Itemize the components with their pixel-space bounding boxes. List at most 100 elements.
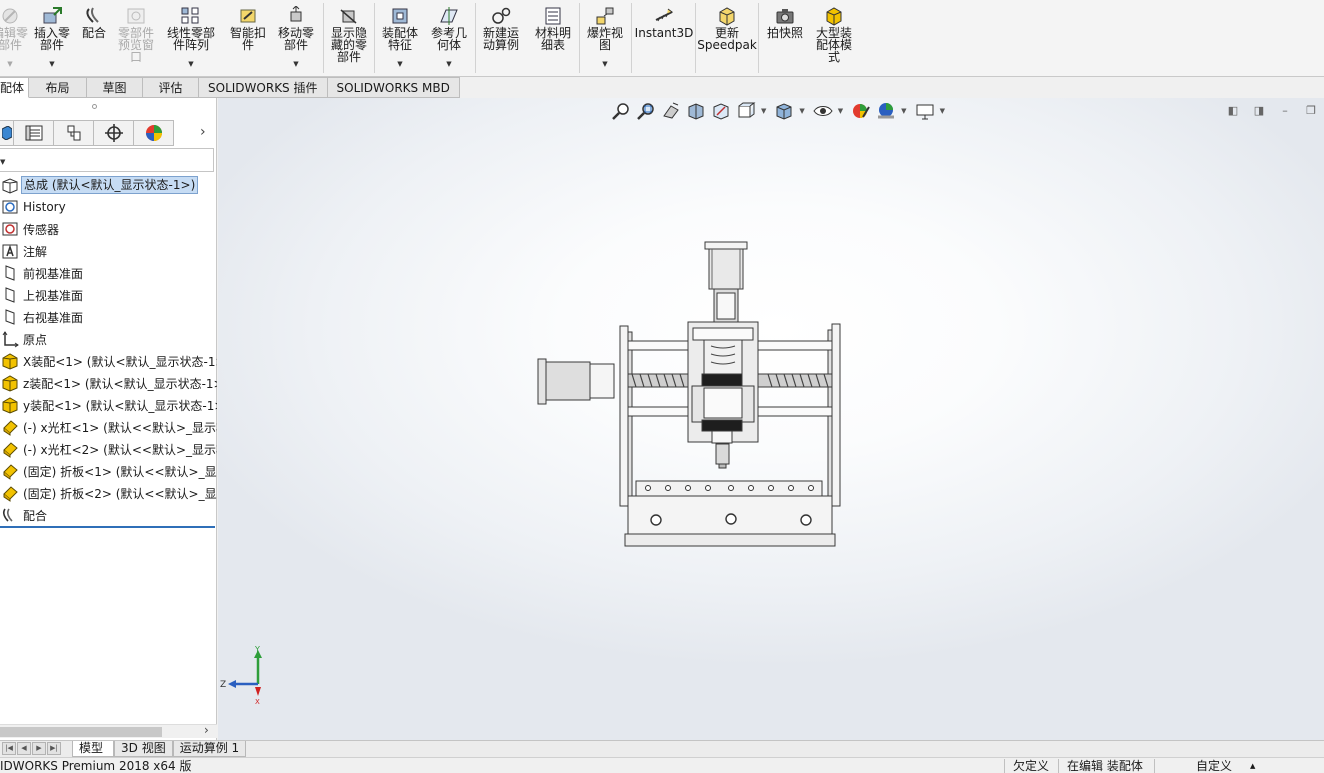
smart-fasteners-button[interactable]: 智能扣 件 — [226, 2, 270, 72]
origin-icon — [2, 331, 19, 348]
exploded-view-button[interactable]: 爆炸视 图 ▼ — [582, 2, 628, 72]
property-manager-icon — [25, 125, 42, 141]
tree-node-x-assembly[interactable]: X装配<1> (默认<默认_显示状态-1> — [0, 350, 217, 372]
tab-sketch[interactable]: 草图 — [87, 77, 144, 98]
component-preview-icon — [127, 8, 145, 24]
reference-triad: Y Z X — [220, 646, 262, 706]
tree-filter-input[interactable] — [0, 148, 214, 172]
bill-of-materials-button[interactable]: 材料明 细表 — [530, 2, 576, 72]
apply-scene-dropdown-icon[interactable]: ▼ — [901, 107, 906, 115]
tab-feature-tree[interactable] — [0, 120, 14, 146]
view-orientation-dropdown-icon[interactable]: ▼ — [761, 107, 766, 115]
status-units[interactable]: 自定义 — [1196, 759, 1232, 773]
model-tabs: 模型 3D 视图 运动算例 1 — [72, 741, 247, 757]
first-tab-icon[interactable]: |◀ — [2, 742, 16, 755]
mate-button[interactable]: 配合 — [78, 2, 110, 72]
tree-node-annotations[interactable]: 注解 — [0, 240, 217, 262]
next-tab-icon[interactable]: ▶ — [32, 742, 46, 755]
prev-tab-icon[interactable]: ◀ — [17, 742, 31, 755]
reference-geometry-icon — [440, 7, 458, 25]
tree-node-y-assembly[interactable]: y装配<1> (默认<默认_显示状态-1> — [0, 394, 217, 416]
previous-view-icon[interactable] — [661, 101, 681, 121]
hide-show-items-icon[interactable] — [813, 101, 833, 121]
filter-dropdown-icon[interactable]: ▼ — [0, 158, 5, 166]
hide-show-dropdown-icon[interactable]: ▼ — [838, 107, 843, 115]
insert-component-button[interactable]: 插入零 部件 ▼ — [30, 2, 74, 72]
tree-node-origin[interactable]: 原点 — [0, 328, 217, 350]
update-speedpak-button[interactable]: 更新 Speedpak — [697, 2, 757, 72]
tab-configuration-manager[interactable] — [54, 120, 94, 146]
subassembly-icon — [2, 397, 18, 414]
tab-layout[interactable]: 布局 — [29, 77, 88, 98]
apply-scene-icon[interactable] — [876, 101, 896, 121]
last-tab-icon[interactable]: ▶| — [47, 742, 61, 755]
reference-geometry-button[interactable]: 参考几 何体 ▼ — [426, 2, 472, 72]
restore-icon[interactable]: ❐ — [1298, 102, 1324, 118]
tab-assembly[interactable]: 配体 — [0, 77, 30, 98]
model-tabs-bar: |◀ ◀ ▶ ▶| 模型 3D 视图 运动算例 1 — [0, 740, 1324, 757]
tree-node-z-assembly[interactable]: z装配<1> (默认<默认_显示状态-1> — [0, 372, 217, 394]
subassembly-icon — [2, 353, 18, 370]
tree-node-assembly-root[interactable]: 总成 (默认<默认_显示状态-1>) — [0, 174, 217, 196]
zoom-to-fit-icon[interactable] — [611, 101, 631, 121]
tree-node-bent-plate-1[interactable]: (固定) 折板<1> (默认<<默认>_显示 — [0, 460, 217, 482]
instant3d-icon — [655, 8, 674, 22]
tree-node-history[interactable]: History — [0, 196, 217, 218]
minimize-icon[interactable]: – — [1272, 102, 1298, 118]
scrollbar-thumb[interactable] — [0, 727, 162, 737]
linear-pattern-button[interactable]: 线性零部 件阵列 ▼ — [162, 2, 220, 72]
component-preview-button[interactable]: 零部件 预览窗 口 — [114, 2, 158, 72]
exploded-view-icon — [596, 7, 614, 25]
edit-component-button[interactable]: 编辑零 部件 ▼ — [0, 2, 28, 72]
move-component-icon — [290, 6, 302, 22]
command-manager: 编辑零 部件 ▼ 插入零 部件 ▼ 配合 零部件 预览窗 口 线性零部 件阵列 … — [0, 0, 1324, 77]
status-product: IDWORKS Premium 2018 x64 版 — [0, 759, 192, 773]
rollback-bar[interactable] — [0, 526, 215, 528]
chevron-right-icon[interactable]: › — [204, 723, 209, 737]
tree-node-x-rod-2[interactable]: (-) x光杠<2> (默认<<默认>_显示状 — [0, 438, 217, 460]
view-settings-dropdown-icon[interactable]: ▼ — [940, 107, 945, 115]
edit-component-icon — [2, 8, 18, 24]
snapshot-button[interactable]: 拍快照 — [762, 2, 808, 72]
tab-motion-study[interactable]: 运动算例 1 — [172, 741, 247, 757]
display-style-icon[interactable] — [774, 101, 794, 121]
tree-node-x-rod-1[interactable]: (-) x光杠<1> (默认<<默认>_显示状 — [0, 416, 217, 438]
tree-node-bent-plate-2[interactable]: (固定) 折板<2> (默认<<默认>_显示 — [0, 482, 217, 504]
insert-component-icon — [43, 7, 62, 24]
chevron-right-icon[interactable]: › — [200, 124, 206, 140]
tree-node-top-plane[interactable]: 上视基准面 — [0, 284, 217, 306]
units-dropdown-icon[interactable]: ▲ — [1250, 759, 1255, 773]
large-assembly-mode-button[interactable]: 大型装 配体模 式 — [811, 2, 857, 72]
tree-node-sensors[interactable]: 传感器 — [0, 218, 217, 240]
move-component-button[interactable]: 移动零 部件 ▼ — [272, 2, 320, 72]
tab-display-manager[interactable] — [134, 120, 174, 146]
new-motion-study-button[interactable]: 新建运 动算例 — [478, 2, 524, 72]
tree-node-front-plane[interactable]: 前视基准面 — [0, 262, 217, 284]
panel-grip[interactable] — [92, 104, 97, 109]
instant3d-button[interactable]: Instant3D — [634, 2, 694, 72]
tree-node-right-plane[interactable]: 右视基准面 — [0, 306, 217, 328]
dynamic-annotation-icon[interactable] — [711, 101, 731, 121]
tab-evaluate[interactable]: 评估 — [143, 77, 200, 98]
zoom-to-area-icon[interactable] — [636, 101, 656, 121]
tab-3d-view[interactable]: 3D 视图 — [114, 741, 173, 757]
collapse-right-icon[interactable]: ◨ — [1246, 102, 1272, 118]
tree-horizontal-scrollbar[interactable]: › — [0, 723, 217, 738]
assembly-features-button[interactable]: 装配体 特征 ▼ — [377, 2, 423, 72]
display-style-dropdown-icon[interactable]: ▼ — [799, 107, 804, 115]
plane-icon — [5, 265, 15, 281]
tab-solidworks-addins[interactable]: SOLIDWORKS 插件 — [199, 77, 328, 98]
view-orientation-icon[interactable] — [736, 101, 756, 121]
tab-model[interactable]: 模型 — [72, 741, 114, 757]
collapse-left-icon[interactable]: ◧ — [1220, 102, 1246, 118]
show-hidden-components-button[interactable]: 显示隐 藏的零 部件 — [326, 2, 372, 72]
graphics-area[interactable]: ▼ ▼ ▼ ▼ ▼ ◧ ◨ – ❐ Y Z X — [218, 98, 1324, 740]
cnc-machine-model[interactable] — [536, 238, 846, 553]
tab-solidworks-mbd[interactable]: SOLIDWORKS MBD — [327, 77, 460, 98]
section-view-icon[interactable] — [686, 101, 706, 121]
view-settings-icon[interactable] — [915, 101, 935, 121]
edit-appearance-icon[interactable] — [851, 101, 871, 121]
tab-property-manager[interactable] — [14, 120, 54, 146]
tree-node-mates[interactable]: 配合 — [0, 504, 217, 526]
tab-dimxpert[interactable] — [94, 120, 134, 146]
